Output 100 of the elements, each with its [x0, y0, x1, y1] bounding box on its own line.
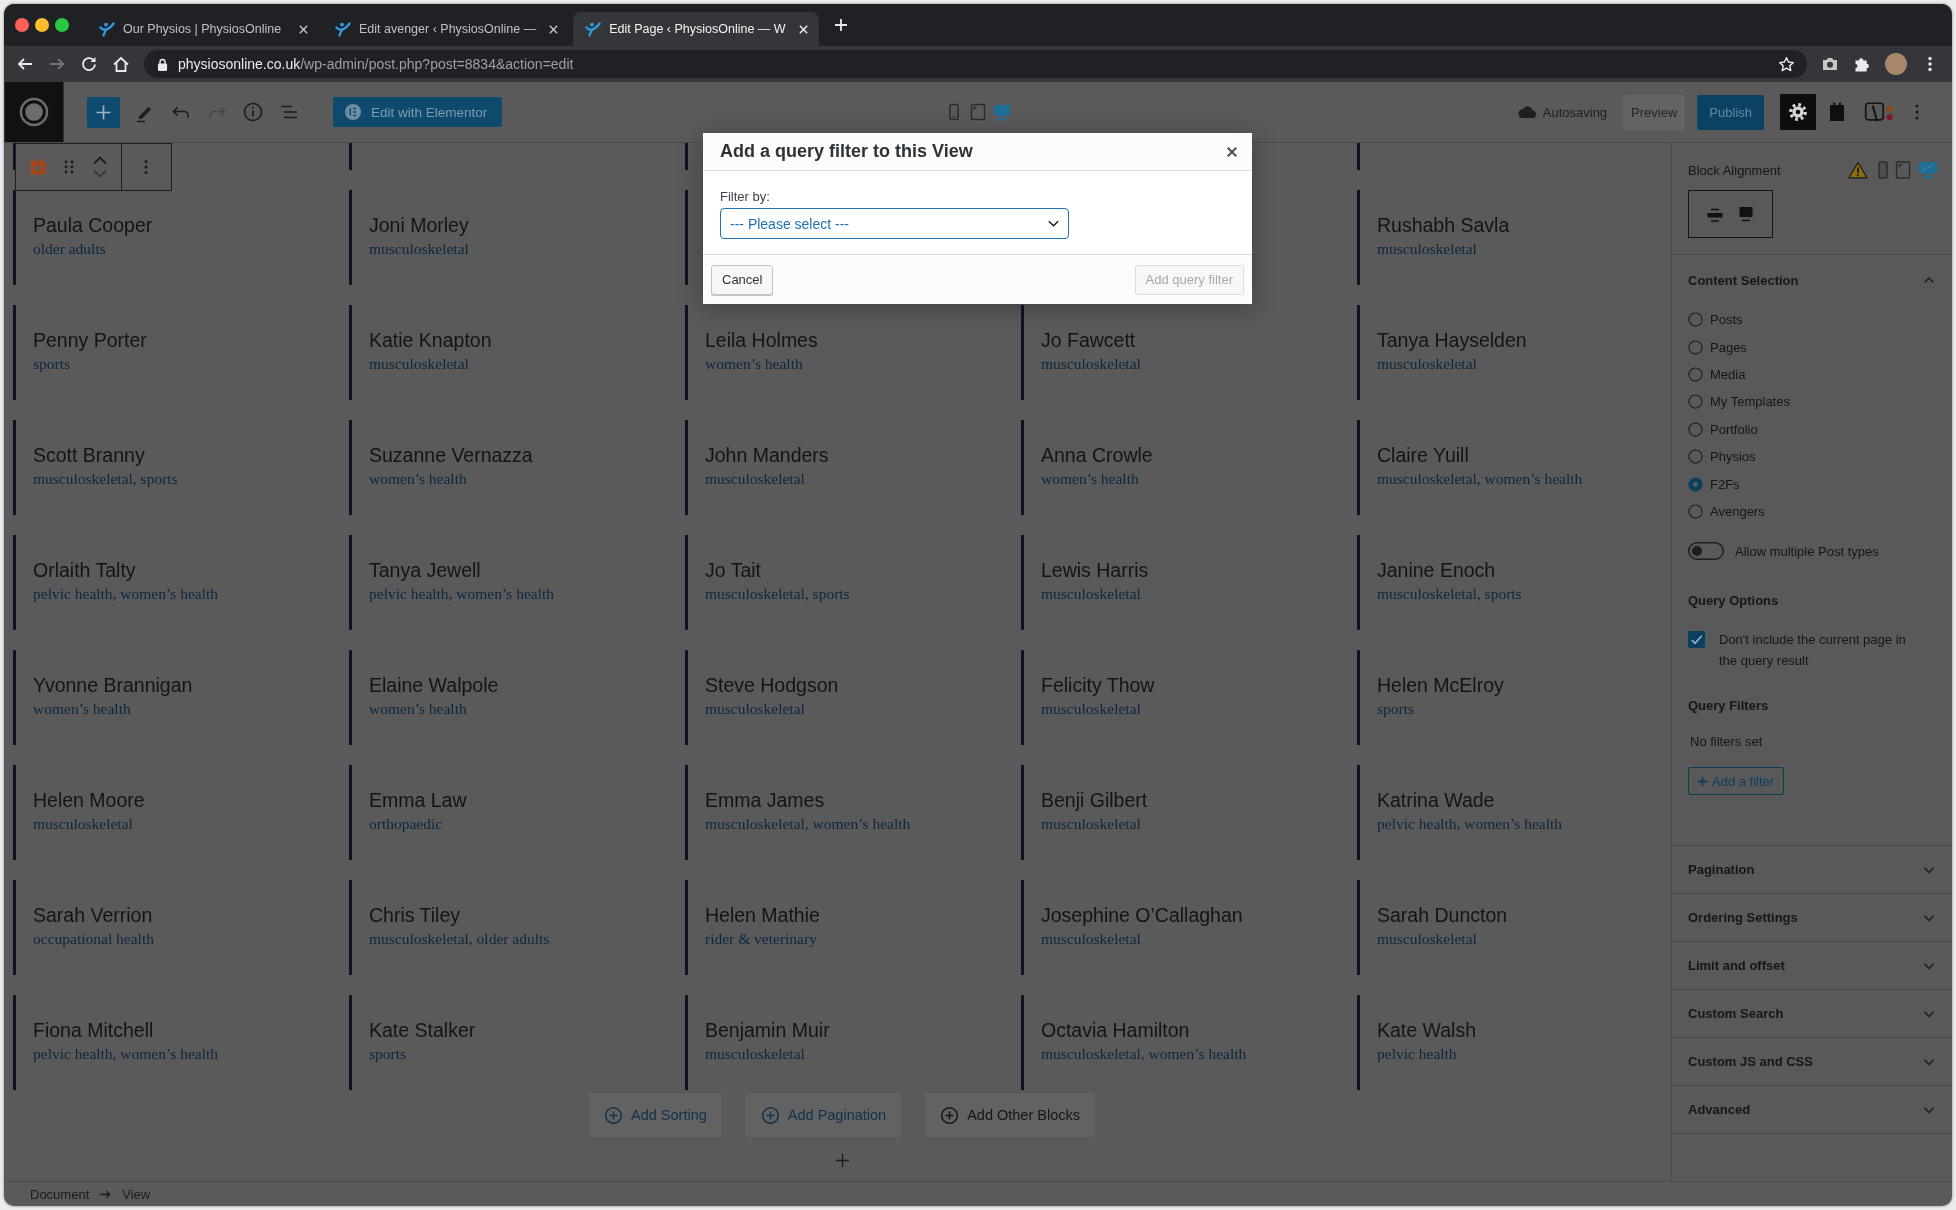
plugin-logo-icon[interactable]: [1864, 100, 1896, 124]
address-bar[interactable]: physiosonline.co.uk/wp-admin/post.php?post=8834&action=edit: [144, 50, 1807, 78]
item-meta: musculoskeletal, women’s health: [1377, 469, 1583, 489]
cancel-button[interactable]: Cancel: [711, 264, 774, 295]
item-title: Steve Hodgson: [705, 673, 839, 697]
panel-header[interactable]: Advanced: [1672, 1086, 1952, 1135]
reload-icon[interactable]: [80, 55, 98, 73]
radio-label: Avengers: [1710, 503, 1765, 519]
breadcrumb-link[interactable]: View: [120, 1186, 153, 1202]
item-title: Tanya Jewell: [369, 558, 481, 582]
item-title: Emma James: [705, 788, 825, 812]
panel-header[interactable]: Custom JS and CSS: [1672, 1038, 1952, 1087]
toggle-switch[interactable]: [1688, 542, 1724, 561]
close-icon[interactable]: [298, 23, 309, 35]
item-title: Helen McElroy: [1377, 673, 1504, 697]
save-status: Autosaving: [1542, 104, 1608, 120]
panel-header[interactable]: Custom Search: [1672, 990, 1952, 1039]
item-meta: women’s health: [369, 699, 467, 719]
puzzle-piece-icon[interactable]: [1853, 55, 1871, 73]
item-meta: musculoskeletal: [1377, 929, 1477, 949]
radio-button[interactable]: [1688, 449, 1703, 465]
item-meta: musculoskeletal: [705, 1044, 805, 1064]
radio-button[interactable]: [1688, 366, 1703, 382]
tablet-icon[interactable]: [1895, 161, 1911, 179]
add-block-button[interactable]: Add Other Blocks: [925, 1093, 1095, 1137]
settings-icon[interactable]: [1780, 94, 1816, 130]
empty-state-text: No filters set: [1689, 733, 1763, 752]
radio-label: Media: [1710, 366, 1746, 382]
browser-tab[interactable]: Our Physios | PhysiosOnline: [87, 12, 319, 46]
close-icon[interactable]: [1226, 145, 1238, 158]
item-meta: women’s health: [1041, 469, 1139, 489]
item-meta: occupational health: [33, 929, 154, 949]
close-icon[interactable]: [548, 23, 560, 35]
window-close-icon[interactable]: [15, 18, 29, 32]
item-title: Rushabh Savla: [1377, 213, 1510, 237]
radio-button[interactable]: [1688, 476, 1703, 492]
add-filter-button[interactable]: Add a filter: [1688, 767, 1785, 796]
item-meta: rider & veterinary: [705, 929, 817, 949]
item-title: Jo Fawcett: [1041, 328, 1136, 352]
item-title: Chris Tiley: [369, 903, 461, 927]
add-block-button[interactable]: Add Pagination: [745, 1093, 902, 1137]
browser-tab[interactable]: Edit avenger ‹ PhysiosOnline —: [323, 12, 570, 46]
camera-icon[interactable]: [1821, 55, 1839, 73]
favicon-icon: [99, 21, 115, 37]
item-meta: sports: [1377, 699, 1415, 719]
preview-button[interactable]: Preview: [1623, 94, 1686, 130]
item-title: Fiona Mitchell: [33, 1018, 154, 1042]
item-title: Kate Stalker: [369, 1018, 476, 1042]
add-block-button[interactable]: Add Sorting: [589, 1093, 722, 1137]
panel-header[interactable]: Content Selection: [1672, 255, 1952, 305]
logo-icon[interactable]: [4, 82, 64, 142]
radio-button[interactable]: [1688, 394, 1703, 410]
item-title: Emma Law: [369, 788, 467, 812]
panel-header[interactable]: Limit and offset: [1672, 942, 1952, 991]
edit-button[interactable]: Edit with Elementor: [333, 97, 503, 127]
window-minimize-icon[interactable]: [35, 18, 49, 32]
mobile-icon[interactable]: [1878, 161, 1888, 179]
info-icon[interactable]: [241, 100, 265, 124]
item-meta: sports: [33, 354, 71, 374]
item-meta: musculoskeletal, women’s health: [1041, 1044, 1247, 1064]
item-meta: musculoskeletal: [705, 469, 805, 489]
window-maximize-icon[interactable]: [55, 18, 69, 32]
field-label: Filter by:: [720, 189, 770, 205]
add-block-icon[interactable]: [87, 96, 120, 128]
item-title: Claire Yuill: [1377, 443, 1469, 467]
panel-header[interactable]: Pagination: [1672, 846, 1952, 895]
new-tab-icon[interactable]: [832, 17, 849, 33]
radio-button[interactable]: [1688, 312, 1703, 328]
panel-header[interactable]: Ordering Settings: [1672, 894, 1952, 943]
item-title: Jo Tait: [705, 558, 761, 582]
item-meta: musculoskeletal, sports: [33, 469, 178, 489]
section-heading: Query Filters: [1688, 697, 1769, 716]
item-title: Sarah Verrion: [33, 903, 153, 927]
item-meta: musculoskeletal, older adults: [369, 929, 550, 949]
tablet-icon[interactable]: [968, 102, 988, 122]
desktop-icon[interactable]: [992, 102, 1012, 122]
item-meta: women’s health: [369, 469, 467, 489]
checkbox[interactable]: [1688, 631, 1705, 649]
publish-button[interactable]: Publish: [1697, 94, 1764, 130]
item-meta: musculoskeletal, sports: [1377, 584, 1522, 604]
radio-button[interactable]: [1688, 503, 1703, 519]
plus-icon[interactable]: [834, 1153, 850, 1168]
radio-label: My Templates: [1710, 394, 1790, 410]
radio-button[interactable]: [1688, 421, 1703, 437]
browser-tab[interactable]: Edit Page ‹ PhysiosOnline — W: [573, 12, 819, 46]
circle-plus-icon: [940, 1105, 960, 1125]
section-heading: Query Options: [1688, 592, 1779, 611]
desktop-icon[interactable]: [1918, 161, 1938, 179]
radio-button[interactable]: [1688, 339, 1703, 355]
select-field[interactable]: --- Please select ---: [720, 208, 1069, 239]
item-meta: musculoskeletal: [1041, 929, 1141, 949]
bookmark-star-icon[interactable]: [1778, 55, 1795, 73]
item-meta: musculoskeletal: [1377, 354, 1477, 374]
breadcrumb-link[interactable]: Document: [28, 1186, 92, 1202]
circle-plus-icon: [604, 1105, 623, 1125]
avatar-icon[interactable]: [1885, 53, 1907, 75]
home-icon[interactable]: [112, 55, 130, 73]
item-meta: older adults: [33, 239, 106, 259]
radio-label: Portfolio: [1710, 421, 1758, 437]
item-title: Octavia Hamilton: [1041, 1018, 1190, 1042]
